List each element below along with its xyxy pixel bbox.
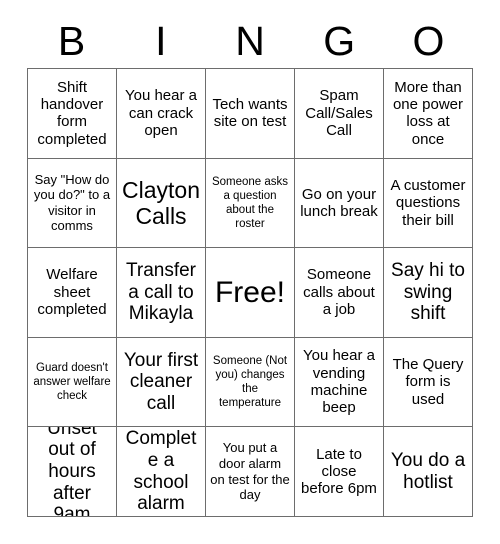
bingo-cell-label: Say "How do you do?" to a visitor in com… xyxy=(33,171,111,234)
bingo-cell[interactable]: Your first cleaner call xyxy=(117,337,206,428)
bingo-cell-label: You do a hotlist xyxy=(390,450,466,493)
bingo-cell-label: Free! xyxy=(214,275,286,309)
bingo-letter-b: B xyxy=(57,17,86,64)
bingo-cell-label: Someone calls about a job xyxy=(303,266,375,319)
bingo-letter-o: O xyxy=(412,17,445,64)
bingo-cell-label: Your first cleaner call xyxy=(123,349,199,414)
bingo-letter-g: G xyxy=(323,17,356,64)
bingo-letter-i: I xyxy=(155,17,167,64)
bingo-grid: Shift handover form completed You hear a … xyxy=(27,68,473,517)
bingo-cell[interactable]: Someone calls about a job xyxy=(295,248,384,338)
bingo-cell[interactable]: A customer questions their bill xyxy=(384,158,473,249)
bingo-cell-label: Tech wants site on test xyxy=(212,95,288,131)
bingo-cell-label: You put a door alarm on test for the day xyxy=(210,440,290,503)
bingo-cell-label: Unset out of hours after 9am xyxy=(47,427,97,517)
bingo-cell-label: A customer questions their bill xyxy=(390,176,466,229)
bingo-cell[interactable]: Say "How do you do?" to a visitor in com… xyxy=(28,158,117,249)
bingo-cell[interactable]: You do a hotlist xyxy=(384,427,473,517)
bingo-cell[interactable]: Complete a school alarm xyxy=(117,427,206,517)
bingo-cell[interactable]: Transfer a call to Mikayla xyxy=(117,248,206,338)
bingo-cell[interactable]: Welfare sheet completed xyxy=(28,248,117,338)
bingo-cell[interactable]: Say hi to swing shift xyxy=(384,248,473,338)
bingo-cell[interactable]: You hear a can crack open xyxy=(117,69,206,159)
bingo-cell-label: Clayton Calls xyxy=(122,176,200,229)
bingo-cell-label: Shift handover form completed xyxy=(37,78,107,148)
bingo-cell-label: Someone (Not you) changes the temperatur… xyxy=(212,355,288,410)
bingo-cell-label: Late to close before 6pm xyxy=(301,445,377,498)
bingo-cell-label: Say hi to swing shift xyxy=(391,260,465,325)
bingo-cell[interactable]: Spam Call/Sales Call xyxy=(295,69,384,159)
bingo-cell-label: The Query form is used xyxy=(392,355,464,408)
bingo-header: B I N G O xyxy=(27,0,473,68)
bingo-cell[interactable]: Someone (Not you) changes the temperatur… xyxy=(206,337,295,428)
bingo-free-cell[interactable]: Free! xyxy=(206,248,295,338)
bingo-card: B I N G O Shift handover form completed Y… xyxy=(27,0,473,517)
bingo-letter-n: N xyxy=(235,17,265,64)
bingo-cell[interactable]: Tech wants site on test xyxy=(206,69,295,159)
bingo-cell[interactable]: The Query form is used xyxy=(384,337,473,428)
bingo-cell-label: Go on your lunch break xyxy=(300,185,378,220)
bingo-cell-label: You hear a can crack open xyxy=(124,87,197,139)
bingo-cell-label: Complete a school alarm xyxy=(125,428,197,515)
bingo-cell-label: You hear a vending machine beep xyxy=(302,347,375,417)
bingo-cell-label: Guard doesn't answer welfare check xyxy=(33,362,111,403)
bingo-cell[interactable]: More than one power loss at once xyxy=(384,69,473,159)
bingo-cell-label: Welfare sheet completed xyxy=(37,266,107,319)
bingo-cell-label: Spam Call/Sales Call xyxy=(305,87,373,139)
bingo-cell[interactable]: You hear a vending machine beep xyxy=(295,337,384,428)
bingo-cell[interactable]: Clayton Calls xyxy=(117,158,206,249)
bingo-cell[interactable]: You put a door alarm on test for the day xyxy=(206,427,295,517)
bingo-cell-label: Transfer a call to Mikayla xyxy=(125,260,197,325)
bingo-cell-label: More than one power loss at once xyxy=(392,78,464,148)
bingo-cell[interactable]: Go on your lunch break xyxy=(295,158,384,249)
bingo-cell[interactable]: Shift handover form completed xyxy=(28,69,117,159)
bingo-cell[interactable]: Late to close before 6pm xyxy=(295,427,384,517)
bingo-cell-label: Someone asks a question about the roster xyxy=(211,175,289,230)
bingo-cell[interactable]: Guard doesn't answer welfare check xyxy=(28,337,117,428)
bingo-cell[interactable]: Unset out of hours after 9am xyxy=(28,427,117,517)
bingo-cell[interactable]: Someone asks a question about the roster xyxy=(206,158,295,249)
